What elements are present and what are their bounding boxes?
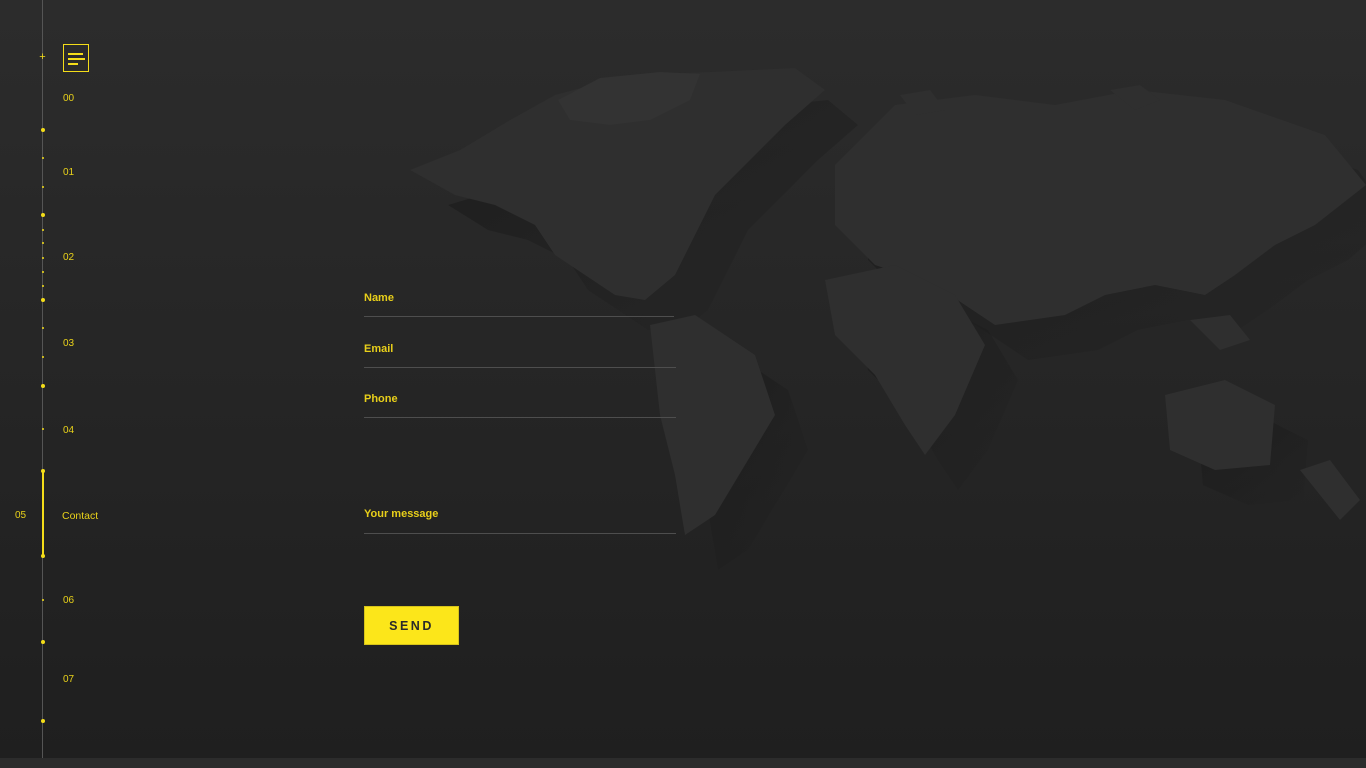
rail-tick [42, 229, 44, 231]
nav-item-00[interactable]: 00 [63, 93, 74, 104]
email-field[interactable]: Email [364, 343, 680, 372]
rail-tick [42, 257, 44, 259]
rail-tick [42, 356, 44, 358]
rail-tick [42, 157, 44, 159]
rail-dot [41, 298, 45, 302]
world-map-background [410, 68, 1366, 570]
nav-item-03[interactable]: 03 [63, 338, 74, 349]
nav-item-07[interactable]: 07 [63, 674, 74, 685]
nav-item-06[interactable]: 06 [63, 595, 74, 606]
rail-dot [41, 719, 45, 723]
email-input[interactable] [364, 343, 680, 372]
nav-rail-active-segment [42, 471, 44, 557]
phone-input[interactable] [364, 393, 680, 422]
nav-item-02[interactable]: 02 [63, 252, 74, 263]
message-input[interactable] [364, 508, 680, 538]
nav-item-04[interactable]: 04 [63, 425, 74, 436]
rail-tick [42, 428, 44, 430]
rail-dot [41, 384, 45, 388]
nav-item-contact[interactable]: Contact [62, 510, 98, 522]
rail-dot [41, 640, 45, 644]
phone-field[interactable]: Phone [364, 393, 680, 422]
nav-rail-line [42, 0, 43, 758]
message-field[interactable]: Your message [364, 508, 680, 538]
rail-tick [42, 285, 44, 287]
rail-dot [41, 469, 45, 473]
name-input[interactable] [364, 292, 680, 321]
plus-icon: + [39, 51, 46, 63]
rail-dot [41, 213, 45, 217]
nav-item-01[interactable]: 01 [63, 167, 74, 178]
send-button[interactable]: SEND [364, 606, 459, 645]
rail-dot [41, 128, 45, 132]
rail-dot [41, 554, 45, 558]
rail-tick [42, 186, 44, 188]
nav-active-number: 05 [15, 510, 27, 521]
rail-tick [42, 242, 44, 244]
rail-tick [42, 599, 44, 601]
menu-button[interactable] [63, 44, 89, 72]
rail-tick [42, 327, 44, 329]
rail-tick [42, 271, 44, 273]
name-field[interactable]: Name [364, 292, 680, 321]
